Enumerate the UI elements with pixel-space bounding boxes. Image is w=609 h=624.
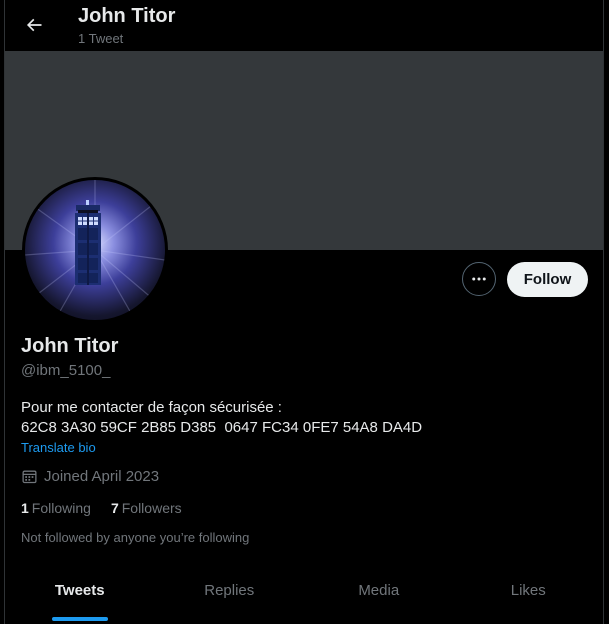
profile-bio: Pour me contacter de façon sécurisée : 6…	[21, 398, 422, 438]
translate-bio-link[interactable]: Translate bio	[21, 440, 96, 455]
header-tweet-count: 1 Tweet	[78, 31, 124, 46]
followers-label: Followers	[121, 500, 182, 516]
back-button[interactable]	[19, 10, 49, 40]
tab-label: Media	[358, 582, 400, 599]
tab-media[interactable]: Media	[304, 565, 454, 624]
profile-name: John Titor	[21, 335, 119, 357]
profile-page: John Titor 1 Tweet Follow John Titor @ib…	[4, 0, 604, 624]
active-tab-indicator	[51, 617, 108, 621]
arrow-left-icon	[26, 18, 42, 32]
follow-stats: 1 Following 7 Followers	[21, 500, 202, 516]
avatar[interactable]	[22, 177, 168, 323]
tab-likes[interactable]: Likes	[454, 565, 604, 624]
tab-replies[interactable]: Replies	[155, 565, 305, 624]
tardis-image	[25, 180, 165, 320]
joined-text: Joined April 2023	[44, 468, 160, 485]
tab-tweets[interactable]: Tweets	[5, 565, 155, 624]
more-horizontal-icon	[472, 277, 486, 281]
following-link[interactable]: 1 Following	[21, 500, 91, 516]
not-followed-notice: Not followed by anyone you’re following	[21, 530, 250, 545]
tab-label: Replies	[204, 582, 255, 599]
profile-handle: @ibm_5100_	[21, 362, 111, 379]
profile-tabs: Tweets Replies Media Likes	[5, 565, 603, 624]
followers-link[interactable]: 7 Followers	[111, 500, 182, 516]
follow-button[interactable]: Follow	[507, 262, 588, 297]
joined-date: Joined April 2023	[21, 468, 159, 485]
calendar-icon	[22, 470, 37, 484]
followers-count: 7	[110, 500, 119, 516]
tab-label: Tweets	[54, 582, 105, 599]
following-count: 1	[21, 500, 29, 516]
bio-line: Pour me contacter de façon sécurisée :	[21, 399, 282, 416]
more-options-button[interactable]	[462, 262, 496, 296]
header-title: John Titor	[78, 5, 176, 27]
following-label: Following	[31, 500, 91, 516]
top-bar: John Titor 1 Tweet	[5, 0, 603, 51]
bio-line: 62C8 3A30 59CF 2B85 D385 0647 FC34 0FE7 …	[21, 419, 423, 436]
tab-label: Likes	[510, 582, 546, 599]
